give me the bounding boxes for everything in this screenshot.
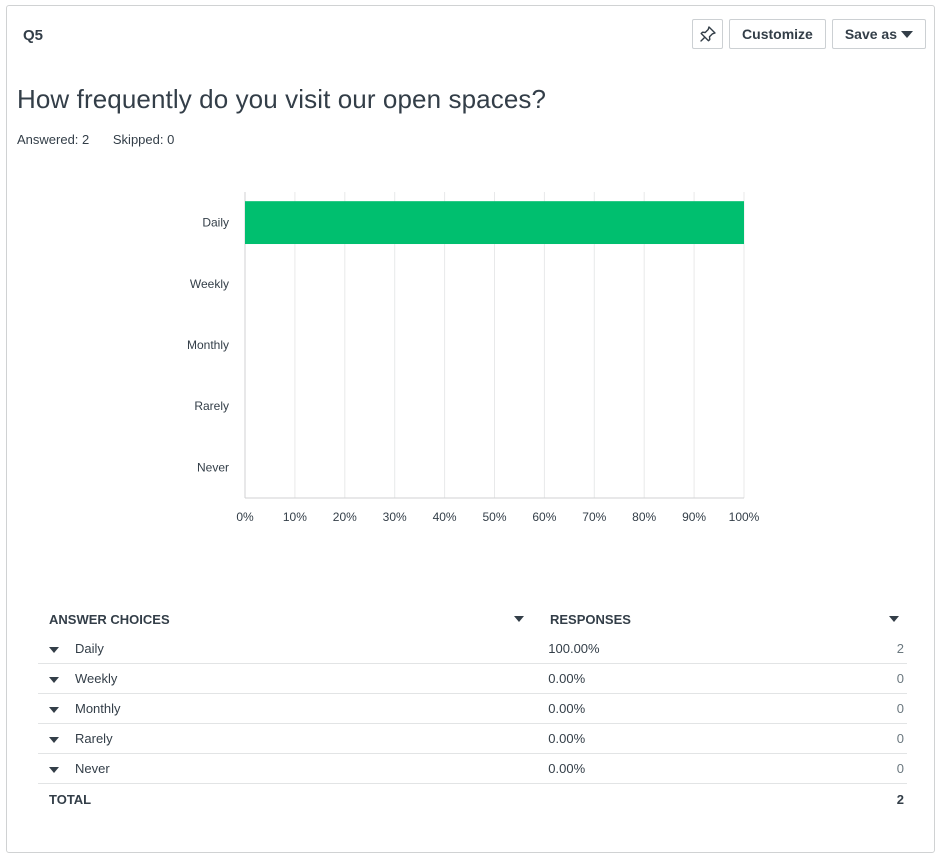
expand-icon[interactable] (49, 766, 59, 773)
expand-icon[interactable] (49, 736, 59, 743)
choice-label: Monthly (75, 701, 121, 716)
response-percent: 0.00% (548, 701, 586, 716)
x-tick-label: 10% (283, 510, 307, 524)
expand-icon[interactable] (49, 646, 59, 653)
response-count: 0 (896, 761, 904, 776)
response-percent: 100.00% (548, 641, 600, 656)
category-label: Daily (202, 216, 229, 230)
total-label: TOTAL (49, 791, 92, 807)
table-row: Monthly 0.00% 0 (38, 694, 907, 724)
expand-icon[interactable] (49, 676, 59, 683)
responses-header[interactable]: RESPONSES (538, 612, 907, 627)
x-tick-label: 80% (632, 510, 656, 524)
expand-icon[interactable] (49, 706, 59, 713)
x-tick-label: 30% (383, 510, 407, 524)
response-count: 0 (896, 731, 904, 746)
response-percent: 0.00% (548, 671, 586, 686)
category-label: Monthly (187, 338, 229, 352)
total-value: 2 (896, 791, 904, 807)
table-row: Daily 100.00% 2 (38, 634, 907, 664)
responses-table: ANSWER CHOICES RESPONSES Daily 100.00% 2… (38, 604, 907, 814)
category-label: Weekly (190, 277, 229, 291)
total-row: TOTAL 2 (38, 784, 907, 814)
sort-icon (514, 615, 524, 622)
x-tick-label: 20% (333, 510, 357, 524)
response-count: 2 (896, 641, 904, 656)
choice-label: Never (75, 761, 110, 776)
x-tick-label: 50% (482, 510, 506, 524)
x-tick-label: 70% (582, 510, 606, 524)
answer-choices-label: ANSWER CHOICES (49, 611, 170, 627)
table-row: Rarely 0.00% 0 (38, 724, 907, 754)
response-percent: 0.00% (548, 761, 586, 776)
response-percent: 0.00% (548, 731, 586, 746)
sort-icon (889, 615, 899, 622)
response-count: 0 (896, 701, 904, 716)
response-count: 0 (896, 671, 904, 686)
table-row: Weekly 0.00% 0 (38, 664, 907, 694)
x-tick-label: 90% (682, 510, 706, 524)
choice-label: Rarely (75, 731, 113, 746)
x-tick-label: 40% (433, 510, 457, 524)
table-header: ANSWER CHOICES RESPONSES (38, 604, 907, 634)
choice-label: Daily (75, 641, 104, 656)
choice-label: Weekly (75, 671, 118, 686)
category-label: Rarely (194, 399, 229, 413)
answer-choices-header[interactable]: ANSWER CHOICES (38, 612, 538, 627)
bar (245, 201, 744, 245)
bar-chart: 0% 10% 20% 30% 40% 50% 60% 70% 80% 90% 100% Daily We… (187, 192, 760, 524)
x-tick-label: 0% (236, 510, 254, 524)
x-tick-label: 100% (729, 510, 760, 524)
category-label: Never (197, 460, 229, 474)
table-row: Never 0.00% 0 (38, 754, 907, 784)
responses-label: RESPONSES (550, 611, 631, 627)
x-tick-label: 60% (532, 510, 556, 524)
